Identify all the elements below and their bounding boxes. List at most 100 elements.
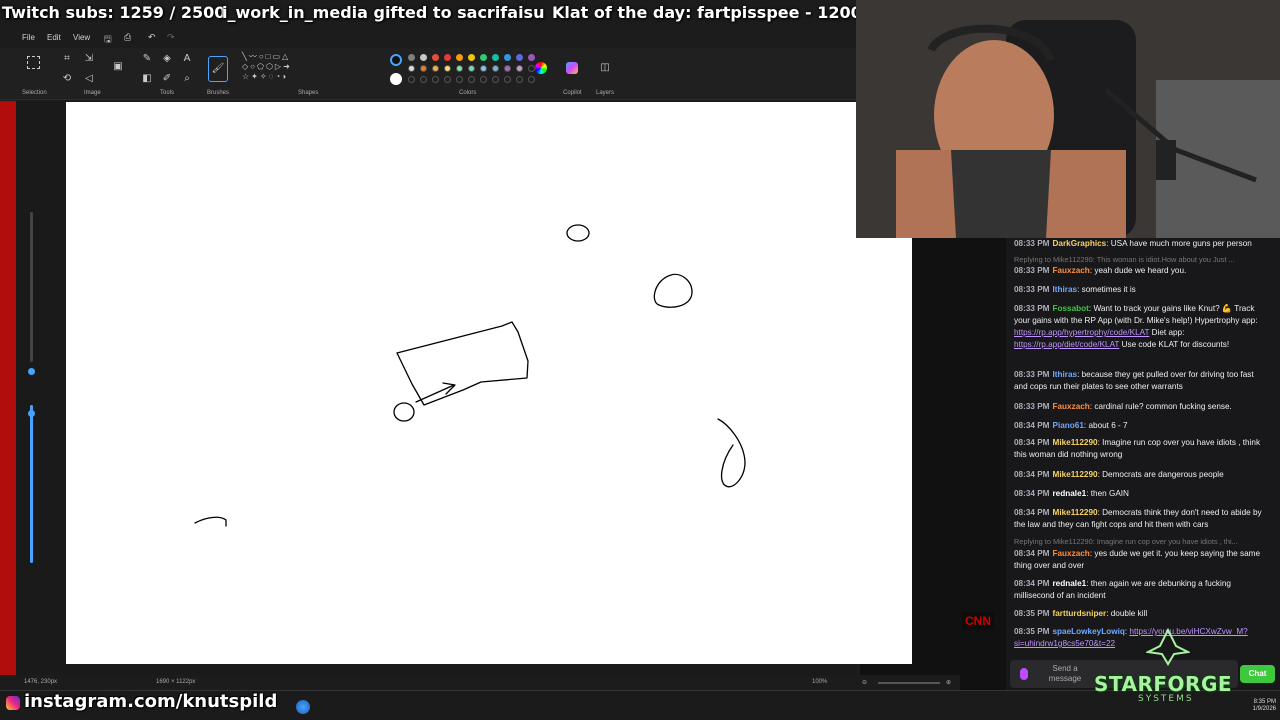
flip-icon[interactable]: ◁ (82, 72, 96, 86)
palette-swatch[interactable] (468, 54, 475, 61)
palette-swatch[interactable] (528, 54, 535, 61)
palette-swatch-empty[interactable] (516, 76, 523, 83)
chat-username[interactable]: rednale1 (1053, 489, 1087, 498)
zoom-out-icon[interactable]: ⊖ (862, 679, 867, 686)
palette-swatch-empty[interactable] (456, 76, 463, 83)
zoom-in-icon[interactable]: ⊕ (946, 679, 951, 686)
group-label-tools: Tools (160, 90, 175, 96)
palette-swatch-empty[interactable] (504, 65, 511, 72)
chat-username[interactable]: spaeLowkeyLowiq (1053, 627, 1125, 636)
palette-swatch-empty[interactable] (408, 76, 415, 83)
menu-file[interactable]: File (22, 33, 35, 42)
palette-swatch-empty[interactable] (504, 76, 511, 83)
palette-swatch-empty[interactable] (444, 65, 451, 72)
chat-placeholder: Send a message (1048, 664, 1082, 683)
rotate-icon[interactable]: ⟲ (60, 72, 74, 86)
palette-swatch[interactable] (408, 54, 415, 61)
edit-colors-icon[interactable] (535, 62, 547, 74)
palette-swatch[interactable] (516, 54, 523, 61)
shapes-gallery[interactable]: ╲〰○□▭△ ◇○⬠⬡▷➜ ☆✦✧◌◔◗ (242, 52, 320, 86)
redo-icon[interactable]: ↷ (167, 32, 175, 43)
crop-icon[interactable]: ⌗ (60, 52, 74, 66)
cnn-logo: CNN (962, 612, 994, 630)
background-strip (0, 101, 16, 675)
palette-swatch-empty[interactable] (480, 65, 487, 72)
subs-counter: Twitch subs: 1259 / 2500 (2, 3, 226, 22)
palette-swatch-empty[interactable] (516, 65, 523, 72)
selection-icon[interactable] (27, 56, 40, 69)
zoom-level[interactable]: 100% (812, 679, 827, 685)
save-icon[interactable]: 🖫 (104, 32, 112, 48)
chat-username[interactable]: DarkGraphics (1053, 239, 1107, 248)
palette-swatch[interactable] (504, 54, 511, 61)
palette-swatch-empty[interactable] (420, 76, 427, 83)
chat-username[interactable]: Mike112290 (1053, 508, 1098, 517)
chat-message: Replying to Mike112290: Imagine run cop … (1014, 537, 1238, 546)
brush-size-slider[interactable] (30, 212, 33, 362)
edge-icon[interactable] (296, 700, 310, 714)
palette-swatch-empty[interactable] (468, 76, 475, 83)
color-2-swatch[interactable] (390, 73, 402, 85)
color-picker-icon[interactable]: ✐ (160, 72, 174, 86)
text-icon[interactable]: A (180, 52, 194, 66)
menu-edit[interactable]: Edit (47, 33, 61, 42)
palette-swatch-empty[interactable] (408, 65, 415, 72)
chat-link[interactable]: https://rp.app/diet/code/KLAT (1014, 340, 1119, 349)
palette-swatch[interactable] (420, 54, 427, 61)
palette-swatch-empty[interactable] (492, 65, 499, 72)
chat-link[interactable]: https://rp.app/hypertrophy/code/KLAT (1014, 328, 1149, 337)
chat-message: 08:33 PM Ithiras: because they get pulled… (1014, 370, 1254, 391)
chat-message: 08:35 PM spaeLowkeyLowiq: https://youtu.b… (1014, 627, 1248, 648)
palette-swatch[interactable] (432, 54, 439, 61)
chat-username[interactable]: Fauxzach (1053, 266, 1090, 275)
chat-username[interactable]: Fauxzach (1053, 549, 1090, 558)
brush-icon[interactable]: 🖌 (208, 56, 228, 82)
opacity-slider[interactable] (30, 405, 33, 563)
webcam-feed (856, 0, 1280, 238)
pencil-icon[interactable]: ✎ (140, 52, 154, 66)
palette-swatch-empty[interactable] (528, 65, 535, 72)
eraser-icon[interactable]: ◧ (140, 72, 154, 86)
chat-username[interactable]: Fauxzach (1053, 402, 1090, 411)
palette-swatch-empty[interactable] (432, 76, 439, 83)
chat-username[interactable]: Ithiras (1053, 285, 1078, 294)
palette-swatch-empty[interactable] (468, 65, 475, 72)
menu-view[interactable]: View (73, 33, 90, 42)
resize-icon[interactable]: ⇲ (82, 52, 96, 66)
chat-send-button[interactable]: Chat (1240, 665, 1275, 683)
drawing-canvas[interactable] (66, 102, 912, 664)
clock-date: 1/9/2026 (1252, 706, 1276, 712)
palette-swatch[interactable] (480, 54, 487, 61)
palette-swatch-empty[interactable] (432, 65, 439, 72)
chat-emote-icon[interactable] (1020, 668, 1028, 680)
palette-swatch[interactable] (492, 54, 499, 61)
chat-username[interactable]: rednale1 (1053, 579, 1087, 588)
chat-username[interactable]: Fossabot (1053, 304, 1089, 313)
layers-icon[interactable]: ◫ (598, 61, 612, 75)
palette-swatch[interactable] (444, 54, 451, 61)
palette-swatch-empty[interactable] (528, 76, 535, 83)
palette-swatch-empty[interactable] (444, 76, 451, 83)
magnifier-icon[interactable]: ⌕ (180, 72, 194, 86)
chat-username[interactable]: fartturdsniper (1053, 609, 1107, 618)
opacity-thumb[interactable] (28, 410, 35, 417)
palette-swatch-empty[interactable] (420, 65, 427, 72)
brush-size-thumb[interactable] (28, 368, 35, 375)
palette-swatch-empty[interactable] (492, 76, 499, 83)
color-1-swatch[interactable] (390, 54, 402, 66)
zoom-slider[interactable] (878, 682, 940, 684)
image-icon[interactable]: ▣ (111, 60, 125, 74)
copilot-icon[interactable] (566, 62, 578, 74)
palette-swatch-empty[interactable] (480, 76, 487, 83)
fill-icon[interactable]: ◈ (160, 52, 174, 66)
palette-swatch[interactable] (456, 54, 463, 61)
chat-username[interactable]: Mike112290 (1053, 438, 1098, 447)
chat-username[interactable]: Mike112290 (1053, 470, 1098, 479)
share-icon[interactable]: ⎙ (124, 32, 131, 43)
chat-message: 08:34 PM Piano61: about 6 - 7 (1014, 421, 1128, 430)
chat-username[interactable]: Ithiras (1053, 370, 1078, 379)
drawn-head-shape (653, 273, 693, 308)
undo-icon[interactable]: ↶ (148, 32, 156, 43)
chat-username[interactable]: Piano61 (1053, 421, 1084, 430)
palette-swatch-empty[interactable] (456, 65, 463, 72)
